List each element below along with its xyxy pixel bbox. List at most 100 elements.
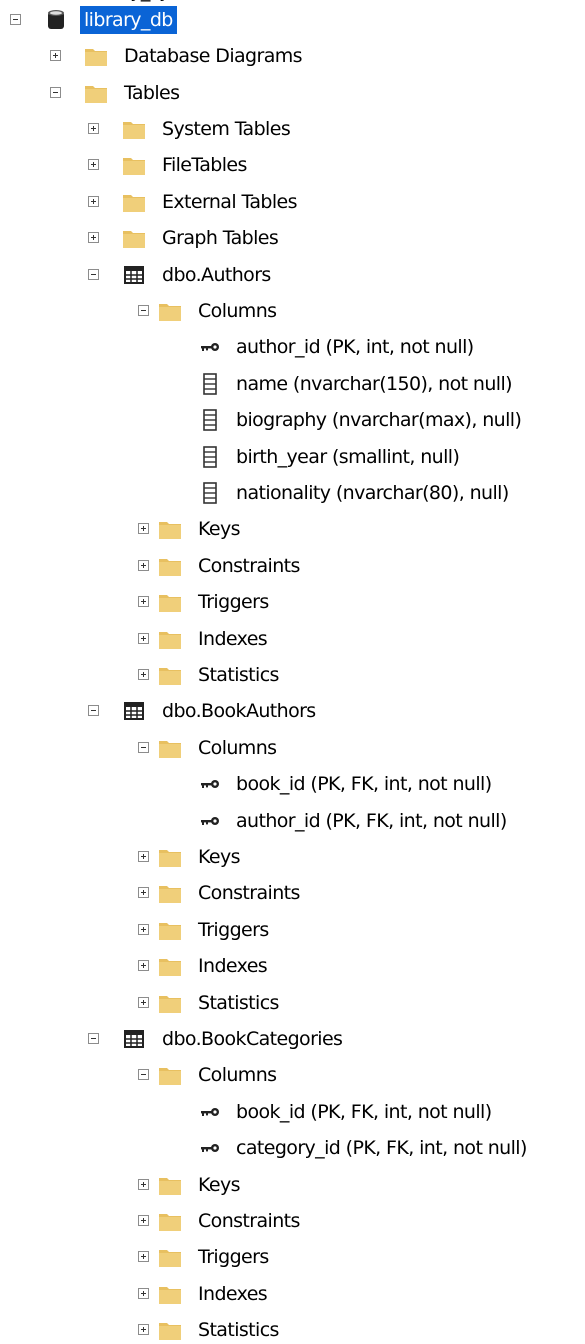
- tree-node-label: Columns: [198, 736, 277, 759]
- tree-node-label: author_id (PK, FK, int, not null): [236, 809, 507, 832]
- expand-toggle-icon[interactable]: [138, 1324, 149, 1336]
- tree-node-label: Statistics: [198, 991, 279, 1014]
- tree-node-indexes[interactable]: Indexes: [0, 949, 585, 985]
- tree-node-triggers[interactable]: Triggers: [0, 1240, 585, 1276]
- folder-icon: [158, 554, 182, 578]
- tree-node-dbo-bookcategories[interactable]: dbo.BookCategories: [0, 1022, 585, 1058]
- tree-node-statistics[interactable]: Statistics: [0, 658, 585, 694]
- tree-node-triggers[interactable]: Triggers: [0, 585, 585, 621]
- tree-node-category-id-pk-fk-int-not-null[interactable]: category_id (PK, FK, int, not null): [0, 1131, 585, 1167]
- tree-node-triggers[interactable]: Triggers: [0, 913, 585, 949]
- folder-icon: [158, 881, 182, 905]
- tree-node-indexes[interactable]: Indexes: [0, 1277, 585, 1313]
- expand-toggle-icon[interactable]: [138, 632, 149, 644]
- tree-node-system-tables[interactable]: System Tables: [0, 112, 585, 148]
- column-icon: [198, 408, 222, 432]
- tree-node-label: dbo.Authors: [162, 263, 271, 286]
- tree-node-biography-nvarchar-max-null[interactable]: biography (nvarchar(max), null): [0, 403, 585, 439]
- tree-node-author-id-pk-int-not-null[interactable]: author_id (PK, int, not null): [0, 330, 585, 366]
- tree-node-author-id-pk-fk-int-not-null[interactable]: author_id (PK, FK, int, not null): [0, 804, 585, 840]
- collapse-toggle-icon[interactable]: [88, 268, 99, 280]
- tree-node-book-id-pk-fk-int-not-null[interactable]: book_id (PK, FK, int, not null): [0, 1095, 585, 1131]
- tree-node-database-diagrams[interactable]: Database Diagrams: [0, 39, 585, 75]
- tree-node-label: dbo.BookAuthors: [162, 700, 316, 723]
- expand-toggle-icon[interactable]: [138, 1178, 149, 1190]
- tree-node-name-nvarchar-150-not-null[interactable]: name (nvarchar(150), not null): [0, 367, 585, 403]
- folder-icon: [158, 590, 182, 614]
- tree-node-label: library_db: [79, 4, 178, 35]
- tree-node-label: Keys: [198, 518, 241, 541]
- expand-toggle-icon[interactable]: [138, 523, 149, 535]
- tree-node-constraints[interactable]: Constraints: [0, 1204, 585, 1240]
- expand-toggle-icon[interactable]: [88, 159, 99, 171]
- tree-node-library-db[interactable]: library_db: [0, 3, 585, 39]
- collapse-toggle-icon[interactable]: [50, 86, 61, 98]
- tree-node-statistics[interactable]: Statistics: [0, 986, 585, 1022]
- tree-node-nationality-nvarchar-80-null[interactable]: nationality (nvarchar(80), null): [0, 476, 585, 512]
- folder-icon: [158, 736, 182, 760]
- tree-node-filetables[interactable]: FileTables: [0, 148, 585, 184]
- tree-node-dbo-bookauthors[interactable]: dbo.BookAuthors: [0, 694, 585, 730]
- key-icon: [198, 1100, 222, 1124]
- tree-node-keys[interactable]: Keys: [0, 1168, 585, 1204]
- tree-node-columns[interactable]: Columns: [0, 294, 585, 330]
- expand-toggle-icon[interactable]: [138, 1287, 149, 1299]
- tree-node-label: Graph Tables: [162, 227, 279, 250]
- key-icon: [198, 809, 222, 833]
- tree-node-label: birth_year (smallint, null): [236, 445, 460, 468]
- collapse-toggle-icon[interactable]: [138, 305, 149, 316]
- folder-icon: [158, 1318, 182, 1342]
- expand-toggle-icon[interactable]: [138, 960, 149, 972]
- tree-node-graph-tables[interactable]: Graph Tables: [0, 221, 585, 257]
- expand-toggle-icon[interactable]: [138, 596, 149, 608]
- expand-toggle-icon[interactable]: [138, 923, 149, 935]
- collapse-toggle-icon[interactable]: [138, 741, 149, 753]
- expand-toggle-icon[interactable]: [138, 1215, 149, 1226]
- collapse-toggle-icon[interactable]: [88, 705, 99, 717]
- tree-node-label: Statistics: [198, 1319, 279, 1342]
- expand-toggle-icon[interactable]: [88, 232, 99, 244]
- tree-node-statistics[interactable]: Statistics: [0, 1313, 585, 1344]
- tree-node-constraints[interactable]: Constraints: [0, 876, 585, 912]
- tree-node-keys[interactable]: Keys: [0, 512, 585, 548]
- expand-toggle-icon[interactable]: [88, 123, 99, 134]
- collapse-toggle-icon[interactable]: [10, 13, 21, 25]
- tree-node-book-id-pk-fk-int-not-null[interactable]: book_id (PK, FK, int, not null): [0, 767, 585, 803]
- folder-icon: [158, 517, 182, 541]
- tree-node-indexes[interactable]: Indexes: [0, 622, 585, 658]
- expand-toggle-icon[interactable]: [138, 851, 149, 862]
- folder-icon: [84, 81, 108, 105]
- folder-icon: [158, 1282, 182, 1306]
- tree-node-label: Indexes: [198, 955, 268, 978]
- tree-node-columns[interactable]: Columns: [0, 1058, 585, 1094]
- tree-node-label: dbo.BookCategories: [162, 1028, 343, 1050]
- tree-node-label: book_id (PK, FK, int, not null): [236, 773, 492, 796]
- tree-node-tables[interactable]: Tables: [0, 76, 585, 112]
- tree-node-external-tables[interactable]: External Tables: [0, 185, 585, 221]
- tree-node-columns[interactable]: Columns: [0, 731, 585, 767]
- column-icon: [198, 445, 222, 469]
- expand-toggle-icon[interactable]: [138, 559, 149, 571]
- expand-toggle-icon[interactable]: [138, 1251, 149, 1263]
- tree-node-label: System Tables: [162, 118, 291, 140]
- folder-icon: [122, 117, 146, 141]
- expand-toggle-icon[interactable]: [50, 50, 61, 62]
- tree-node-label: Constraints: [198, 882, 300, 905]
- tree-node-label: Columns: [198, 300, 277, 322]
- expand-toggle-icon[interactable]: [138, 887, 149, 899]
- tree-node-label: Constraints: [198, 1210, 300, 1232]
- expand-toggle-icon[interactable]: [138, 669, 149, 680]
- collapse-toggle-icon[interactable]: [138, 1069, 149, 1081]
- collapse-toggle-icon[interactable]: [88, 1033, 99, 1044]
- tree-node-keys[interactable]: Keys: [0, 840, 585, 876]
- tree-node-birth-year-smallint-null[interactable]: birth_year (smallint, null): [0, 440, 585, 476]
- folder-icon: [158, 1063, 182, 1087]
- tree-node-dbo-authors[interactable]: dbo.Authors: [0, 258, 585, 294]
- folder-icon: [158, 1173, 182, 1197]
- table-icon: [122, 263, 146, 287]
- folder-icon: [158, 845, 182, 869]
- tree-node-label: Keys: [198, 1173, 241, 1196]
- expand-toggle-icon[interactable]: [88, 195, 99, 207]
- expand-toggle-icon[interactable]: [138, 996, 149, 1008]
- tree-node-constraints[interactable]: Constraints: [0, 549, 585, 585]
